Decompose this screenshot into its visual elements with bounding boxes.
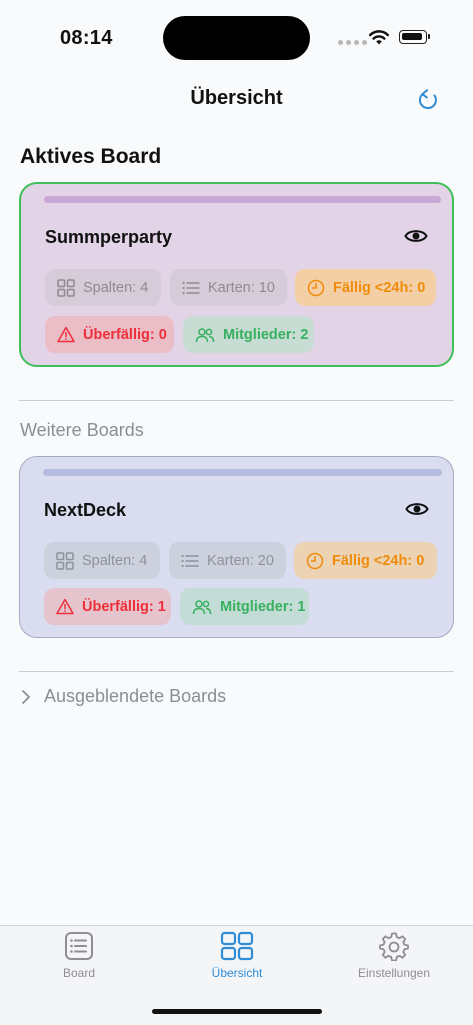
overdue-chip: Überfällig: 1 [44, 588, 171, 625]
members-chip: Mitglieder: 1 [180, 588, 309, 625]
columns-chip: Spalten: 4 [44, 542, 160, 579]
grid-icon [220, 931, 254, 961]
people-icon [195, 327, 215, 342]
list-board-icon [65, 932, 93, 960]
wifi-icon [369, 30, 389, 45]
clock-icon [307, 279, 325, 296]
refresh-icon[interactable] [414, 86, 442, 114]
board-name: Summperparty [45, 227, 173, 247]
warning-icon [57, 326, 75, 343]
grid-icon [57, 278, 75, 297]
chevron-right-icon [22, 689, 30, 704]
due-24h-chip: Fällig <24h: 0 [294, 542, 437, 579]
gear-icon [379, 932, 409, 961]
board-color-strip [44, 196, 441, 203]
cards-chip: Karten: 10 [170, 269, 287, 306]
page-title: Übersicht [190, 87, 283, 109]
cards-chip: Karten: 20 [169, 542, 286, 579]
section-divider [19, 400, 454, 401]
status-time: 08:14 [60, 27, 113, 49]
battery-icon [399, 30, 430, 44]
active-board-card[interactable]: Summperparty Spalten: 4 Karten: 10 Fälli… [19, 182, 454, 367]
clock-icon [306, 552, 324, 569]
other-boards-heading: Weitere Boards [20, 420, 144, 440]
eye-icon[interactable] [404, 226, 428, 246]
grid-icon [56, 551, 74, 570]
hidden-boards-label: Ausgeblendete Boards [44, 686, 227, 706]
eye-icon[interactable] [405, 499, 429, 519]
hidden-boards-toggle[interactable]: Ausgeblendete Boards [20, 686, 226, 707]
due-24h-chip: Fällig <24h: 0 [295, 269, 436, 306]
active-board-heading: Aktives Board [20, 145, 162, 168]
columns-chip: Spalten: 4 [45, 269, 161, 306]
people-icon [192, 599, 212, 614]
board-card[interactable]: NextDeck Spalten: 4 Karten: 20 Fällig <2… [19, 456, 454, 638]
board-color-strip [43, 469, 442, 476]
list-icon [182, 281, 200, 294]
cellular-signal-icon [338, 40, 367, 45]
board-name: NextDeck [44, 500, 127, 520]
members-chip: Mitglieder: 2 [183, 316, 314, 353]
overdue-chip: Überfällig: 0 [45, 316, 174, 353]
section-divider [19, 671, 454, 672]
home-indicator [152, 1009, 322, 1014]
list-icon [181, 554, 199, 567]
dynamic-island [163, 16, 310, 60]
warning-icon [56, 598, 74, 615]
status-bar: 08:14 [0, 0, 473, 76]
